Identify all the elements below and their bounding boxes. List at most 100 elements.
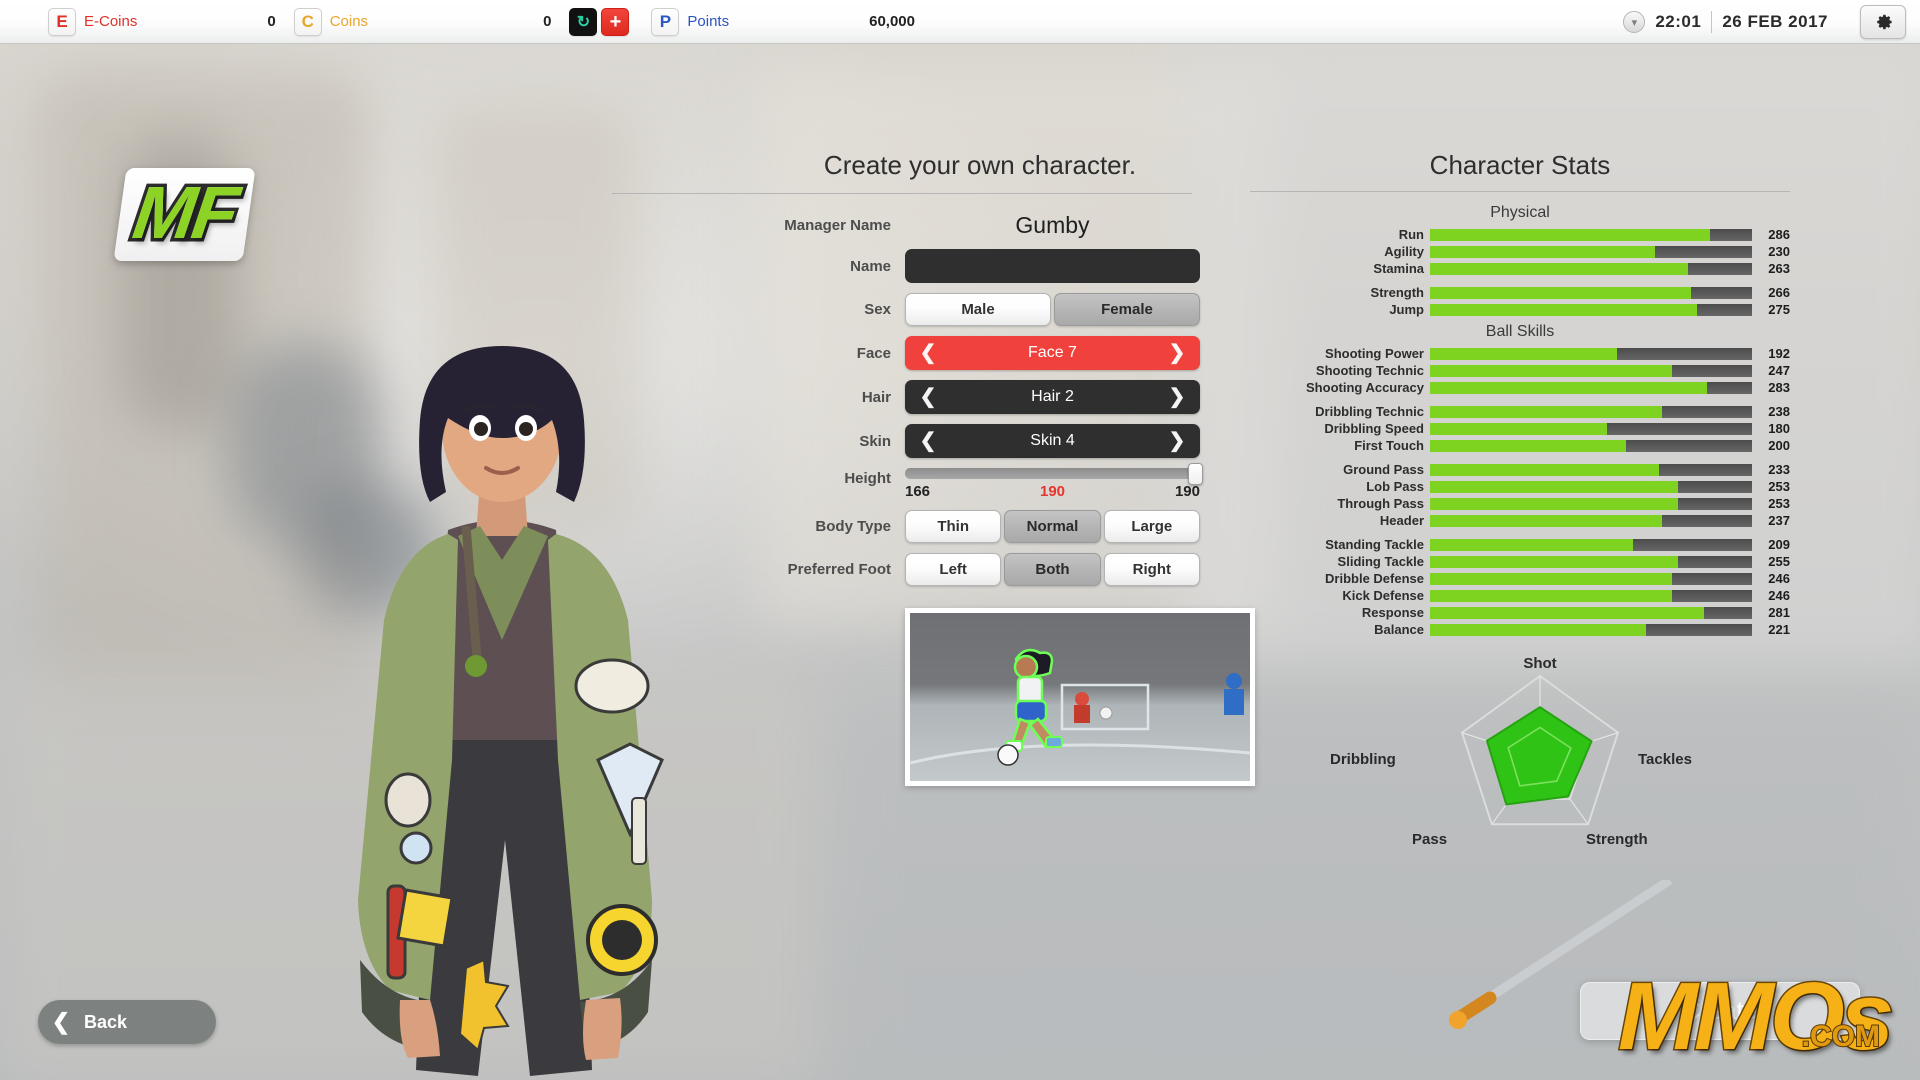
skin-spinner[interactable]: ❮ Skin 4 ❯ xyxy=(905,424,1200,458)
sex-option-male[interactable]: Male xyxy=(905,293,1051,326)
back-button-label: Back xyxy=(84,1011,128,1032)
stat-bar-fill xyxy=(1430,422,1608,435)
height-slider-thumb[interactable] xyxy=(1188,463,1203,485)
stat-bar-fill xyxy=(1430,497,1678,510)
stat-bar-value: 247 xyxy=(1768,362,1790,378)
stat-bar-row: Stamina 263 xyxy=(1250,261,1790,276)
currency-coins[interactable]: C Coins xyxy=(293,0,368,44)
chevron-left-icon[interactable]: ❮ xyxy=(917,343,939,363)
stat-bar-fill xyxy=(1430,286,1691,299)
currency-ecoins[interactable]: E E-Coins xyxy=(48,0,137,44)
game-screen: E E-Coins 0 C Coins 0 ↻ + P Points 60,00… xyxy=(0,0,1920,1080)
stat-bar-value: 263 xyxy=(1768,260,1790,276)
height-slider-track[interactable] xyxy=(905,463,1203,485)
stat-bar-row: Response 281 xyxy=(1250,605,1790,620)
coins-value: 0 xyxy=(543,13,552,30)
stat-bar-track xyxy=(1430,623,1752,636)
stat-bar-fill xyxy=(1430,538,1633,551)
chevron-left-icon[interactable]: ❮ xyxy=(917,431,939,451)
stat-bar-fill xyxy=(1430,364,1672,377)
create-button-label: Create xyxy=(1682,996,1758,1025)
radar-label-strength: Strength xyxy=(1586,831,1648,848)
chevron-right-icon[interactable]: ❯ xyxy=(1166,387,1188,407)
currency-points[interactable]: P Points xyxy=(651,0,729,44)
e-coins-label: E-Coins xyxy=(84,13,138,30)
character-preview xyxy=(910,613,1250,781)
stat-bar-track xyxy=(1430,405,1752,418)
name-input[interactable] xyxy=(905,249,1200,283)
foot-option-both[interactable]: Both xyxy=(1004,553,1101,586)
stat-bar-value: 209 xyxy=(1768,536,1790,552)
stat-bar-fill xyxy=(1430,262,1688,275)
stat-group-heading: Physical xyxy=(1490,204,1550,221)
stat-bar-label: Header xyxy=(1379,512,1424,528)
e-coins-value: 0 xyxy=(267,13,276,30)
stat-bar-label: Shooting Accuracy xyxy=(1306,379,1424,395)
body-type-option-large[interactable]: Large xyxy=(1103,510,1200,543)
field-height: Height 166 190 190 xyxy=(760,463,1203,500)
top-status-bar: E E-Coins 0 C Coins 0 ↻ + P Points 60,00… xyxy=(0,0,1920,44)
hair-value: Hair 2 xyxy=(1031,388,1074,405)
skin-label: Skin xyxy=(859,432,891,450)
stat-bar-label: Standing Tackle xyxy=(1325,536,1424,552)
stats-title: Character Stats xyxy=(1429,150,1611,180)
face-spinner[interactable]: ❮ Face 7 ❯ xyxy=(905,336,1200,370)
field-name: Name xyxy=(760,249,1200,283)
coin-icon: C xyxy=(293,7,322,36)
foot-option-right[interactable]: Right xyxy=(1103,553,1200,586)
hair-spinner[interactable]: ❮ Hair 2 ❯ xyxy=(905,380,1200,414)
stat-bar-value: 200 xyxy=(1768,437,1790,453)
name-label: Name xyxy=(850,257,891,275)
stat-bar-label: Dribbling Technic xyxy=(1315,403,1424,419)
chevron-left-icon[interactable]: ❮ xyxy=(917,387,939,407)
stat-bar-value: 283 xyxy=(1768,379,1790,395)
stat-bar-value: 286 xyxy=(1768,226,1790,242)
stat-bar-value: 237 xyxy=(1768,512,1790,528)
sex-option-female[interactable]: Female xyxy=(1054,293,1200,326)
chevron-right-icon[interactable]: ❯ xyxy=(1166,431,1188,451)
create-button[interactable]: Create xyxy=(1580,982,1860,1040)
stat-bar-fill xyxy=(1430,589,1672,602)
stat-bar-label: Shooting Technic xyxy=(1315,362,1424,378)
refresh-icon[interactable]: ↻ xyxy=(569,7,598,36)
character-create-panel: Create your own character. Manager Name … xyxy=(612,150,1255,786)
character-model xyxy=(358,346,664,1076)
back-button[interactable]: ❮ Back xyxy=(38,1000,216,1044)
stat-bar-label: Run xyxy=(1398,226,1424,242)
character-preview-frame xyxy=(905,608,1255,786)
stat-bar-track xyxy=(1430,347,1752,360)
stat-bar-row: Sliding Tackle 255 xyxy=(1250,554,1790,569)
chevron-left-icon: ❮ xyxy=(51,1009,71,1034)
stat-bar-track xyxy=(1430,514,1752,527)
clock-time: 22:01 xyxy=(1655,12,1702,31)
stat-bar-row: Header 237 xyxy=(1250,513,1790,528)
stat-bar-label: Kick Defense xyxy=(1342,587,1424,603)
stat-bar-track xyxy=(1430,303,1752,316)
stat-bar-value: 266 xyxy=(1768,284,1790,300)
stat-bar-row: Shooting Technic 247 xyxy=(1250,363,1790,378)
stat-bar-row: Kick Defense 246 xyxy=(1250,588,1790,603)
stat-bar-fill xyxy=(1430,245,1656,258)
chevron-right-icon[interactable]: ❯ xyxy=(1166,343,1188,363)
stat-bar-fill xyxy=(1430,572,1672,585)
settings-button[interactable] xyxy=(1860,5,1906,39)
plus-icon[interactable]: + xyxy=(601,7,630,36)
stat-bar-value: 238 xyxy=(1768,403,1790,419)
stat-bar-track xyxy=(1430,262,1752,275)
body-type-option-normal[interactable]: Normal xyxy=(1004,510,1101,543)
stat-bar-value: 192 xyxy=(1768,345,1790,361)
preview-scene xyxy=(910,648,1250,766)
stat-bar-track xyxy=(1430,538,1752,551)
body-type-option-thin[interactable]: Thin xyxy=(905,510,1002,543)
stat-bar-fill xyxy=(1430,480,1678,493)
stat-bar-fill xyxy=(1430,606,1704,619)
stat-bar-label: Through Pass xyxy=(1337,495,1424,511)
height-min: 166 xyxy=(905,483,931,500)
foot-option-left[interactable]: Left xyxy=(905,553,1002,586)
field-preferred-foot: Preferred Foot Left Both Right xyxy=(760,553,1200,586)
stat-bar-row: Agility 230 xyxy=(1250,244,1790,259)
height-slider[interactable]: 166 190 190 xyxy=(905,463,1203,500)
